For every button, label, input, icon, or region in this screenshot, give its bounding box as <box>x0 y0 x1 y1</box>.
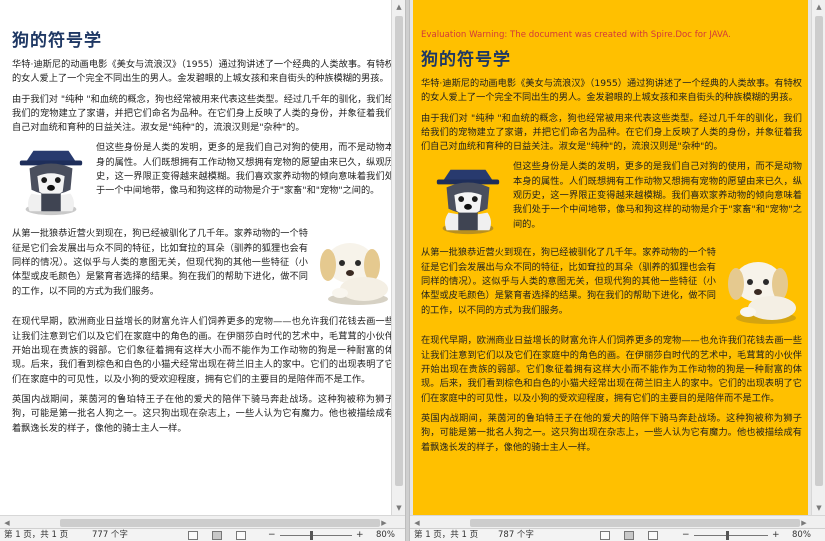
right-vertical-scrollbar[interactable]: ▲ ▼ <box>811 0 825 515</box>
page-title: 狗的符号学 <box>421 50 511 70</box>
paragraph-3-block: 但这些身份是人类的发明，更多的是我们自己对狗的使用，而不是动物本身的属性。人们既… <box>12 141 394 221</box>
white-puppy-icon <box>320 243 388 306</box>
right-status-bar: 第 1 页，共 1 页 787 个字 − + 80% <box>410 528 825 541</box>
paragraph-4: 从第一批狼恭近营火到现在，狗已经被驯化了几千年。家养动物的一个特征是它们会发展出… <box>421 247 716 316</box>
paragraph-1: 华特·迪斯尼的动画电影《美女与流浪汉》（1955）通过狗讲述了一个经典的人类故事… <box>421 78 802 104</box>
right-horizontal-scrollbar[interactable]: ◀ ▶ <box>410 515 825 529</box>
zoom-slider-knob[interactable] <box>310 531 313 540</box>
right-document-pane: Evaluation Warning: The document was cre… <box>410 0 825 541</box>
word-count-status[interactable]: 787 个字 <box>498 529 534 541</box>
white-puppy-icon <box>728 262 796 325</box>
read-mode-icon[interactable] <box>600 531 610 540</box>
zoom-out-icon[interactable]: − <box>682 529 690 541</box>
paragraph-5: 在现代早期，欧洲商业日益增长的财富允许人们饲养更多的宠物——也允许我们花钱去画一… <box>12 316 394 385</box>
paragraph-2: 由于我们对 "纯种 "和血统的概念，狗也经常被用来代表这些类型。经过几千年的驯化… <box>421 112 802 153</box>
evaluation-warning: Evaluation Warning: The document was cre… <box>421 30 731 40</box>
paragraph-2: 由于我们对 "纯种 "和血统的概念，狗也经常被用来代表这些类型。经过几千年的驯化… <box>12 93 394 134</box>
web-layout-icon[interactable] <box>648 531 658 540</box>
page-count-status[interactable]: 第 1 页，共 1 页 <box>4 529 68 541</box>
page-count-status[interactable]: 第 1 页，共 1 页 <box>414 529 478 541</box>
paragraph-4: 从第一批狼恭近营火到现在，狗已经被驯化了几千年。家养动物的一个特征是它们会发展出… <box>12 228 308 297</box>
scroll-up-arrow-icon[interactable]: ▲ <box>812 0 825 14</box>
left-horizontal-scrollbar[interactable]: ◀ ▶ <box>0 515 405 529</box>
right-document-content: Evaluation Warning: The document was cre… <box>421 26 802 455</box>
zoom-slider-knob[interactable] <box>726 531 729 540</box>
web-layout-icon[interactable] <box>236 531 246 540</box>
paragraph-3: 但这些身份是人类的发明，更多的是我们自己对狗的使用，而不是动物本身的属性。人们既… <box>96 142 394 197</box>
paragraph-3-block: 但这些身份是人类的发明，更多的是我们自己对狗的使用，而不是动物本身的属性。人们既… <box>421 160 802 240</box>
zoom-level[interactable]: 80% <box>792 529 811 541</box>
paragraph-4-block: 从第一批狼恭近营火到现在，狗已经被驯化了几千年。家养动物的一个特征是它们会发展出… <box>12 227 394 309</box>
scroll-down-arrow-icon[interactable]: ▼ <box>392 501 406 515</box>
right-vertical-scroll-thumb[interactable] <box>815 16 823 486</box>
zoom-slider[interactable] <box>280 535 352 536</box>
paragraph-3: 但这些身份是人类的发明，更多的是我们自己对狗的使用，而不是动物本身的属性。人们既… <box>513 161 802 230</box>
zoom-slider[interactable] <box>694 535 768 536</box>
scroll-up-arrow-icon[interactable]: ▲ <box>392 0 406 14</box>
paragraph-4-block: 从第一批狼恭近营火到现在，狗已经被驯化了几千年。家养动物的一个特征是它们会发展出… <box>421 246 802 328</box>
print-layout-icon[interactable] <box>624 531 634 540</box>
read-mode-icon[interactable] <box>188 531 198 540</box>
right-document-page: Evaluation Warning: The document was cre… <box>413 0 808 515</box>
word-count-status[interactable]: 777 个字 <box>92 529 128 541</box>
print-layout-icon[interactable] <box>212 531 222 540</box>
left-document-content: 狗的符号学 华特·迪斯尼的动画电影《美女与流浪汉》（1955）通过狗讲述了一个经… <box>12 30 394 436</box>
left-vertical-scrollbar[interactable]: ▲ ▼ <box>391 0 405 515</box>
husky-dog-icon <box>19 151 83 216</box>
zoom-in-icon[interactable]: + <box>356 529 364 541</box>
paragraph-1: 华特·迪斯尼的动画电影《美女与流浪汉》（1955）通过狗讲述了一个经典的人类故事… <box>12 59 394 85</box>
left-horizontal-scroll-thumb[interactable] <box>60 519 380 527</box>
left-document-page: 狗的符号学 华特·迪斯尼的动画电影《美女与流浪汉》（1955）通过狗讲述了一个经… <box>0 0 400 515</box>
zoom-level[interactable]: 80% <box>376 529 395 541</box>
zoom-in-icon[interactable]: + <box>772 529 780 541</box>
left-document-pane: 狗的符号学 华特·迪斯尼的动画电影《美女与流浪汉》（1955）通过狗讲述了一个经… <box>0 0 405 541</box>
zoom-out-icon[interactable]: − <box>268 529 276 541</box>
left-status-bar: 第 1 页，共 1 页 777 个字 − + 80% <box>0 528 405 541</box>
page-title: 狗的符号学 <box>12 31 102 51</box>
left-vertical-scroll-thumb[interactable] <box>395 16 403 486</box>
right-horizontal-scroll-thumb[interactable] <box>470 519 800 527</box>
scroll-down-arrow-icon[interactable]: ▼ <box>812 501 825 515</box>
paragraph-5: 在现代早期，欧洲商业日益增长的财富允许人们饲养更多的宠物——也允许我们花钱去画一… <box>421 335 802 404</box>
paragraph-6: 英国内战期间，莱茵河的鲁珀特王子在他的爱犬的陪伴下骑马奔赴战场。这种狗被称为狮子… <box>12 393 394 434</box>
husky-dog-icon <box>436 170 500 235</box>
paragraph-6: 英国内战期间，莱茵河的鲁珀特王子在他的爱犬的陪伴下骑马奔赴战场。这种狗被称为狮子… <box>421 412 802 453</box>
